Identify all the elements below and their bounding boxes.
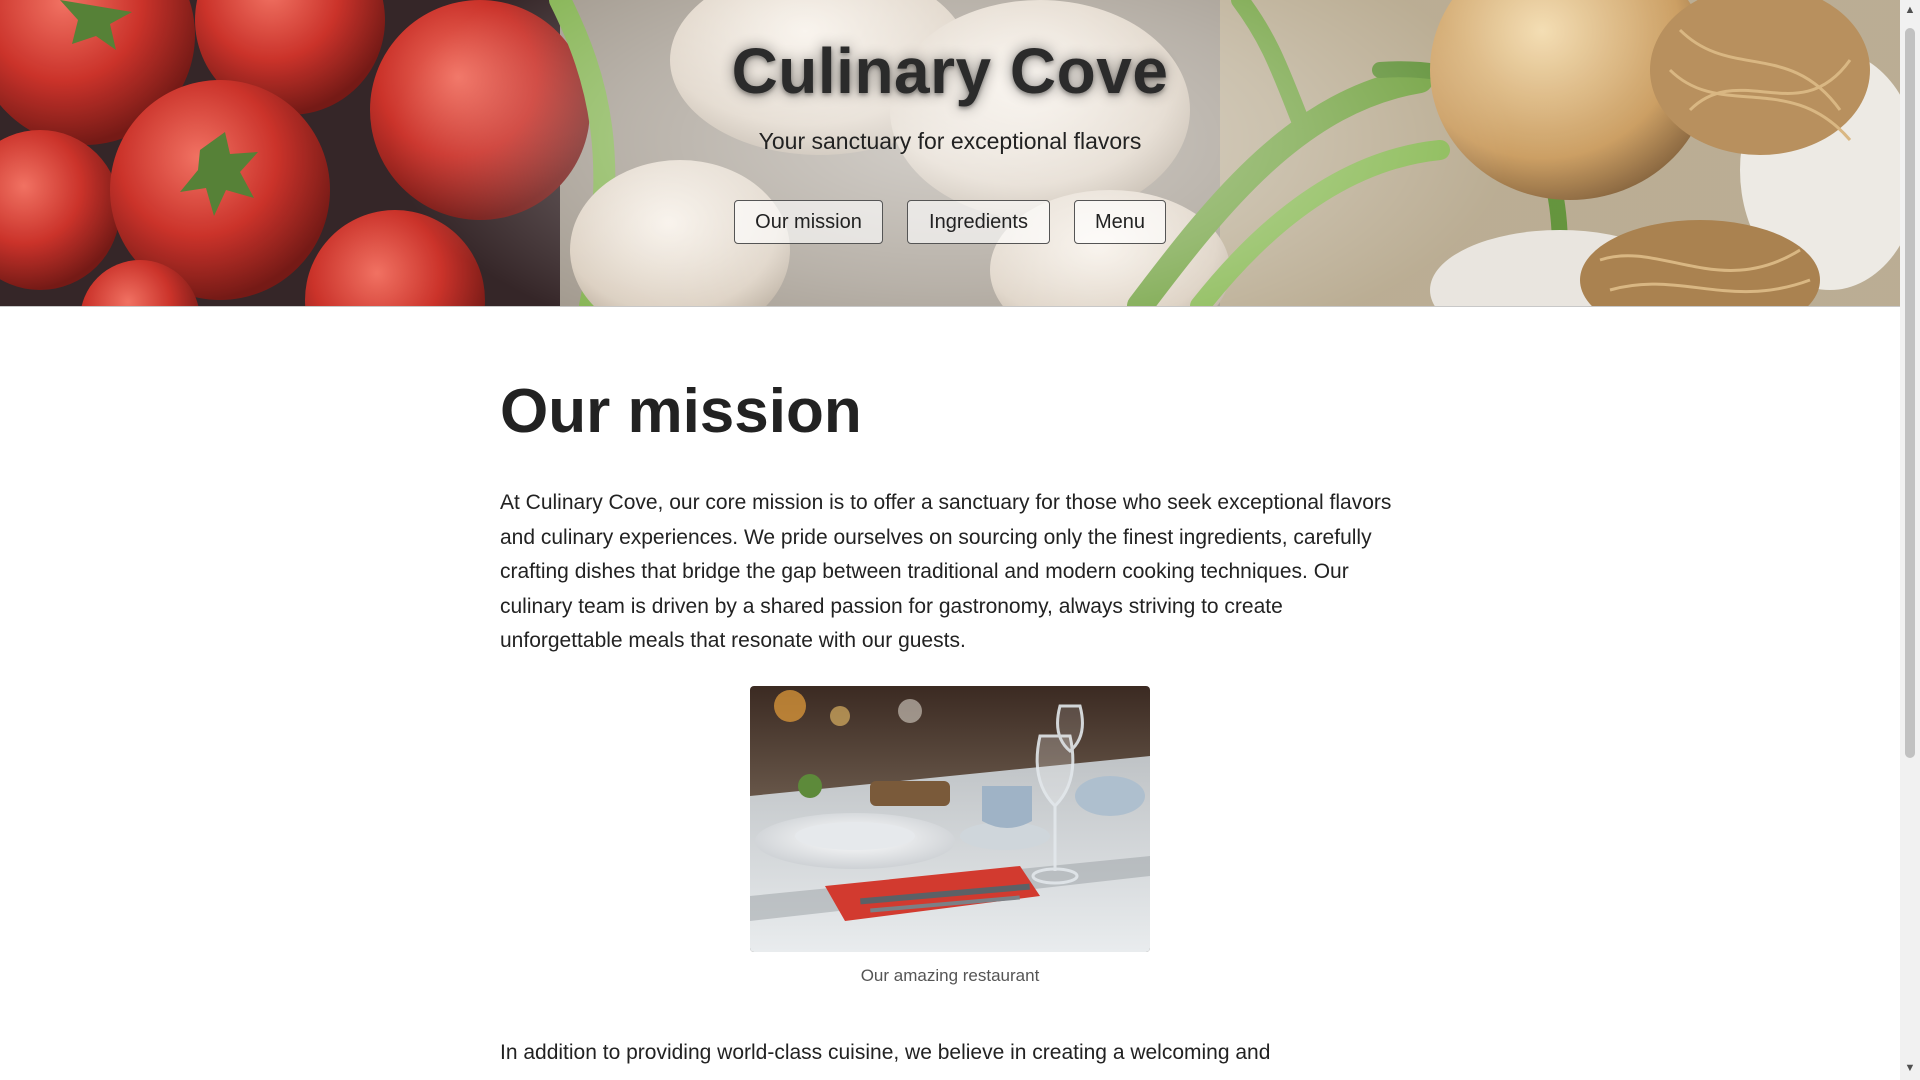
main-nav: Our mission Ingredients Menu xyxy=(0,200,1900,244)
section-heading-our-mission: Our mission xyxy=(500,377,862,446)
nav-our-mission-button[interactable]: Our mission xyxy=(734,200,883,244)
site-title: Culinary Cove xyxy=(731,35,1169,107)
nav-menu-button[interactable]: Menu xyxy=(1074,200,1166,244)
scrollbar-thumb[interactable] xyxy=(1905,28,1915,758)
scroll-up-arrow-icon[interactable]: ▲ xyxy=(1900,0,1920,20)
restaurant-figure: Our amazing restaurant xyxy=(750,686,1150,986)
site-tagline: Your sanctuary for exceptional flavors xyxy=(758,128,1142,154)
nav-ingredients-button[interactable]: Ingredients xyxy=(907,200,1050,244)
restaurant-photo xyxy=(750,686,1150,952)
hero-banner: Culinary Cove Your sanctuary for excepti… xyxy=(0,0,1900,307)
scroll-down-arrow-icon[interactable]: ▼ xyxy=(1900,1058,1920,1078)
mission-paragraph: At Culinary Cove, our core mission is to… xyxy=(500,491,1392,653)
vertical-scrollbar[interactable]: ▲ ▼ xyxy=(1900,0,1920,1080)
page: Culinary Cove Your sanctuary for excepti… xyxy=(0,0,1900,1080)
browser-viewport: Culinary Cove Your sanctuary for excepti… xyxy=(0,0,1920,1080)
second-paragraph: In addition to providing world-class cui… xyxy=(500,1041,1271,1064)
figure-caption: Our amazing restaurant xyxy=(860,966,1040,985)
